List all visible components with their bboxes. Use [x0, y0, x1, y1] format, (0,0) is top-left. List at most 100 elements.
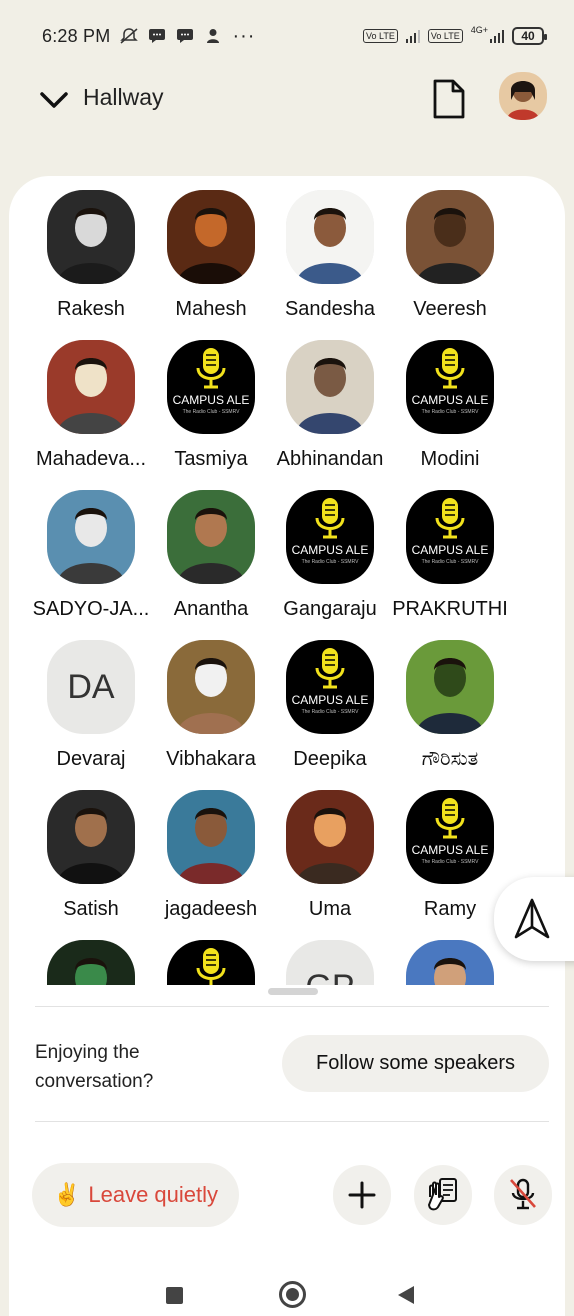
- campus-radio-logo[interactable]: CAMPUS ALEThe Radio Club - SSMRV: [286, 640, 374, 734]
- speaker-tile[interactable]: CAMPUS ALEThe Radio Club - SSMRV: [146, 940, 276, 985]
- speaker-avatar[interactable]: [167, 490, 255, 584]
- signal-icon: [490, 29, 504, 43]
- speaker-grid: Rakesh Mahesh Sandesha Veeresh Mahadeva... CA…: [0, 190, 574, 985]
- sheet-drag-handle[interactable]: [268, 988, 318, 995]
- speaker-avatar[interactable]: [47, 490, 135, 584]
- speaker-tile[interactable]: CAMPUS ALE The Radio Club - SSMRV Tasmiya: [146, 340, 276, 471]
- system-nav-bar: [0, 1280, 574, 1316]
- avatar-initials: DA: [47, 640, 135, 734]
- speaker-avatar[interactable]: [167, 190, 255, 284]
- campus-radio-logo[interactable]: CAMPUS ALEThe Radio Club - SSMRV: [286, 490, 374, 584]
- speaker-tile[interactable]: Rakesh: [26, 190, 156, 321]
- chevron-down-icon[interactable]: [38, 86, 70, 114]
- speaker-tile[interactable]: Mahesh: [146, 190, 276, 321]
- speaker-tile[interactable]: CAMPUS ALE The Radio Club - SSMRV Deepika: [265, 640, 395, 771]
- status-bar: 6:28 PM ··· Vo LTE Vo LTE 4G+ 40: [0, 0, 574, 72]
- volte-badge: Vo LTE: [427, 29, 463, 43]
- speaker-name: Satish: [63, 898, 119, 920]
- speaker-tile[interactable]: SADYO-JA...: [26, 490, 156, 621]
- speaker-avatar[interactable]: [286, 340, 374, 434]
- speaker-avatar[interactable]: [47, 340, 135, 434]
- paper-plane-icon: [514, 898, 550, 939]
- svg-text:CAMPUS ALE: CAMPUS ALE: [173, 393, 250, 407]
- leave-quietly-label: Leave quietly: [88, 1182, 219, 1207]
- follow-speakers-button[interactable]: Follow some speakers: [282, 1035, 549, 1092]
- speaker-tile[interactable]: CAMPUS ALE The Radio Club - SSMRV Gangaraj…: [265, 490, 395, 621]
- speaker-name: Devaraj: [56, 748, 126, 770]
- plus-icon: [348, 1181, 376, 1209]
- campus-radio-logo[interactable]: CAMPUS ALEThe Radio Club - SSMRV: [406, 340, 494, 434]
- back-button[interactable]: [397, 1285, 415, 1305]
- speaker-avatar[interactable]: [406, 940, 494, 985]
- speaker-name: Anantha: [173, 598, 249, 620]
- speaker-tile[interactable]: GP: [265, 940, 395, 985]
- speaker-tile[interactable]: Uma: [265, 790, 395, 921]
- speaker-avatar[interactable]: DA: [47, 640, 135, 734]
- campus-radio-logo[interactable]: CAMPUS ALEThe Radio Club - SSMRV: [406, 790, 494, 884]
- recent-apps-button[interactable]: [166, 1287, 183, 1304]
- document-icon[interactable]: [432, 78, 466, 120]
- bell-off-icon: [120, 28, 139, 44]
- speaker-avatar[interactable]: [47, 190, 135, 284]
- room-title[interactable]: Hallway: [83, 84, 164, 111]
- speaker-avatar[interactable]: [47, 940, 135, 985]
- campus-radio-logo[interactable]: CAMPUS ALEThe Radio Club - SSMRV: [167, 340, 255, 434]
- speaker-tile[interactable]: [26, 940, 156, 985]
- mic-off-icon: [510, 1178, 536, 1210]
- raise-hand-button[interactable]: [414, 1165, 472, 1225]
- speaker-avatar[interactable]: [286, 190, 374, 284]
- speaker-tile[interactable]: Satish: [26, 790, 156, 921]
- raise-hand-icon: [428, 1178, 457, 1211]
- speaker-avatar[interactable]: [406, 640, 494, 734]
- speaker-tile[interactable]: Sandesha: [265, 190, 395, 321]
- divider: [35, 1121, 549, 1122]
- speaker-tile[interactable]: CAMPUS ALE The Radio Club - SSMRV Ramy: [385, 790, 515, 921]
- svg-text:CAMPUS ALE: CAMPUS ALE: [292, 543, 369, 557]
- speaker-avatar[interactable]: [47, 790, 135, 884]
- speaker-name: SADYO-JA...: [32, 598, 150, 620]
- more-dots-icon: ···: [232, 24, 256, 47]
- svg-text:CAMPUS ALE: CAMPUS ALE: [412, 543, 489, 557]
- mic-toggle-button[interactable]: [494, 1165, 552, 1225]
- speaker-tile[interactable]: ಗೌರಿಸುತ: [385, 640, 515, 771]
- add-button[interactable]: [333, 1165, 391, 1225]
- speaker-name: ಗೌರಿಸುತ: [421, 748, 479, 770]
- svg-text:The Radio Club - SSMRV: The Radio Club - SSMRV: [302, 709, 360, 715]
- speaker-name: Vibhakara: [166, 748, 256, 770]
- speaker-avatar[interactable]: [167, 640, 255, 734]
- status-time: 6:28 PM: [42, 25, 111, 46]
- svg-text:CAMPUS ALE: CAMPUS ALE: [412, 393, 489, 407]
- svg-text:The Radio Club - SSMRV: The Radio Club - SSMRV: [422, 559, 480, 565]
- campus-radio-logo[interactable]: CAMPUS ALEThe Radio Club - SSMRV: [167, 940, 255, 985]
- speaker-tile[interactable]: CAMPUS ALE The Radio Club - SSMRV PRAKRUTH…: [385, 490, 515, 621]
- speaker-tile[interactable]: jagadeesh: [146, 790, 276, 921]
- status-right: Vo LTE Vo LTE 4G+ 40: [363, 25, 547, 45]
- speaker-tile[interactable]: Anantha: [146, 490, 276, 621]
- speaker-tile[interactable]: DA Devaraj: [26, 640, 156, 771]
- speaker-avatar[interactable]: [167, 790, 255, 884]
- home-button[interactable]: [279, 1281, 306, 1308]
- room-header: Hallway: [0, 70, 574, 130]
- avatar-initials: GP: [286, 940, 374, 985]
- speaker-avatar[interactable]: [286, 790, 374, 884]
- speaker-tile[interactable]: [385, 940, 515, 985]
- speaker-name: jagadeesh: [164, 898, 258, 920]
- divider: [35, 1006, 549, 1007]
- volte-badge: Vo LTE: [363, 29, 398, 43]
- network-type: 4G+: [470, 25, 488, 35]
- speaker-name: Abhinandan: [276, 448, 384, 470]
- speaker-tile[interactable]: Mahadeva...: [26, 340, 156, 471]
- speaker-tile[interactable]: Veeresh: [385, 190, 515, 321]
- profile-avatar[interactable]: [499, 72, 547, 120]
- speaker-name: PRAKRUTHI: [392, 598, 508, 620]
- speaker-avatar[interactable]: [406, 190, 494, 284]
- speaker-name: Mahadeva...: [35, 448, 147, 470]
- leave-quietly-button[interactable]: ✌️ Leave quietly: [32, 1163, 239, 1227]
- speaker-name: Gangaraju: [283, 598, 377, 620]
- speaker-tile[interactable]: Abhinandan: [265, 340, 395, 471]
- campus-radio-logo[interactable]: CAMPUS ALE The Radio Club - SSMRV: [406, 490, 494, 584]
- share-button[interactable]: [494, 877, 574, 961]
- speaker-avatar[interactable]: GP: [286, 940, 374, 985]
- speaker-tile[interactable]: Vibhakara: [146, 640, 276, 771]
- speaker-tile[interactable]: CAMPUS ALE The Radio Club - SSMRV Modini: [385, 340, 515, 471]
